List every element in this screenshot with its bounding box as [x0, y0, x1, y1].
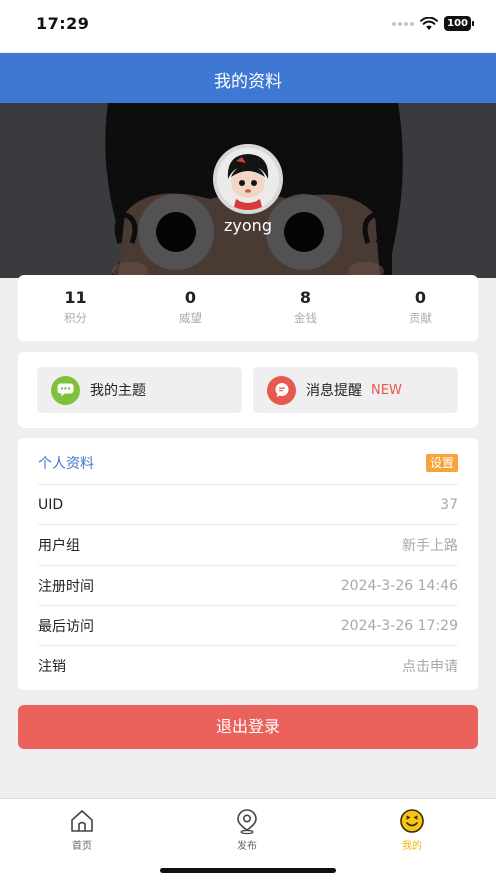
- info-row-uid: UID 37: [38, 484, 458, 524]
- stat-label: 贡献: [409, 311, 432, 325]
- home-indicator: [160, 868, 336, 873]
- stat-value: 0: [184, 288, 197, 307]
- signal-icon: [392, 21, 415, 26]
- personal-info-card: 个人资料 设置 UID 37 用户组 新手上路 注册时间 2024-3-26 1…: [18, 438, 478, 690]
- home-icon: [71, 810, 93, 832]
- info-label: 最后访问: [38, 618, 94, 635]
- battery-level: 100: [444, 16, 471, 31]
- tab-label: 首页: [72, 841, 92, 852]
- stat-prestige: 0 威望: [133, 275, 248, 341]
- stat-value: 11: [64, 288, 87, 307]
- avatar[interactable]: [212, 143, 284, 215]
- quick-actions-card: 我的主题 消息提醒 NEW: [18, 352, 478, 428]
- stat-label: 金钱: [294, 311, 317, 325]
- wifi-icon: [420, 16, 439, 30]
- stat-value: 0: [414, 288, 427, 307]
- tab-label: 发布: [237, 841, 257, 852]
- logout-button[interactable]: 退出登录: [18, 705, 478, 749]
- section-title: 个人资料: [38, 456, 94, 472]
- status-bar: 17:29 100: [0, 0, 496, 52]
- info-row-user-group: 用户组 新手上路: [38, 524, 458, 564]
- info-value: 2024-3-26 17:29: [340, 617, 458, 634]
- status-indicators: 100: [392, 16, 474, 31]
- info-value: 新手上路: [402, 537, 458, 554]
- notifications-label: 消息提醒: [306, 383, 362, 399]
- tab-post[interactable]: 发布: [207, 807, 287, 852]
- deregister-apply-link[interactable]: 点击申请: [402, 656, 458, 676]
- stat-money: 8 金钱: [248, 275, 363, 341]
- info-row-deregister[interactable]: 注销 点击申请: [38, 645, 458, 685]
- tab-mine[interactable]: 我的: [372, 807, 452, 852]
- profile-header: zyong: [0, 103, 496, 278]
- nav-bar: 我的资料: [0, 53, 496, 103]
- chat-bubble-icon: [51, 375, 80, 405]
- info-label: UID: [38, 496, 64, 513]
- personal-info-header: 个人资料 设置: [38, 443, 458, 483]
- stats-card: 11 积分 0 威望 8 金钱 0 贡献: [18, 275, 478, 341]
- my-topics-button[interactable]: 我的主题: [37, 367, 242, 413]
- smiley-icon: [400, 809, 424, 833]
- info-row-last-visit: 最后访问 2024-3-26 17:29: [38, 605, 458, 645]
- info-row-register-time: 注册时间 2024-3-26 14:46: [38, 565, 458, 605]
- tab-label: 我的: [402, 841, 422, 852]
- info-value: 37: [440, 496, 458, 513]
- my-topics-label: 我的主题: [90, 383, 146, 399]
- stat-contribution: 0 贡献: [363, 275, 478, 341]
- message-icon: [267, 375, 296, 405]
- battery-icon: 100: [444, 16, 474, 31]
- stat-label: 威望: [179, 311, 202, 325]
- post-icon: [237, 809, 257, 835]
- settings-button[interactable]: 设置: [425, 454, 458, 472]
- new-badge: NEW: [371, 382, 402, 398]
- page-title: 我的资料: [214, 72, 282, 92]
- stat-value: 8: [299, 288, 312, 307]
- info-label: 注册时间: [38, 578, 94, 595]
- tab-home[interactable]: 首页: [42, 807, 122, 852]
- stat-points: 11 积分: [18, 275, 133, 341]
- info-value: 2024-3-26 14:46: [340, 577, 458, 594]
- username: zyong: [224, 216, 272, 235]
- info-label: 用户组: [38, 537, 80, 554]
- notifications-button[interactable]: 消息提醒 NEW: [253, 367, 458, 413]
- status-time: 17:29: [36, 14, 90, 33]
- stat-label: 积分: [64, 311, 87, 325]
- info-label: 注销: [38, 658, 66, 675]
